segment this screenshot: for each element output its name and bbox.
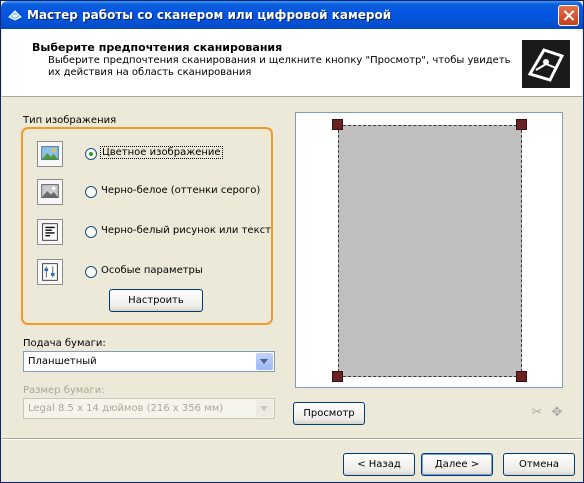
scanner-wizard-logo-icon <box>522 40 570 88</box>
paper-source-value: Планшетный <box>28 356 97 367</box>
paper-source-label: Подача бумаги: <box>23 338 106 349</box>
header-description: Выберите предпочтения сканирования и щел… <box>48 55 511 78</box>
option-bw-text-label: Черно-белый рисунок или текст <box>101 225 271 236</box>
chevron-down-icon <box>256 400 273 417</box>
paper-size-label: Размер бумаги: <box>23 385 105 396</box>
custom-settings-icon <box>37 259 63 285</box>
image-type-label: Тип изображения <box>23 115 117 126</box>
option-color-image-label: Цветное изображение <box>100 146 223 159</box>
option-bw-text[interactable]: Черно-белый рисунок или текст <box>37 219 271 245</box>
bw-text-icon <box>37 219 63 245</box>
radio-grayscale[interactable] <box>85 186 97 198</box>
option-custom-settings-label: Особые параметры <box>101 265 203 276</box>
configure-button[interactable]: Настроить <box>109 289 203 312</box>
radio-custom-settings[interactable] <box>85 266 97 278</box>
option-grayscale-label: Черно-белое (оттенки серого) <box>101 185 261 196</box>
crop-handle-bottom-left[interactable] <box>332 371 343 382</box>
back-button[interactable]: < Назад <box>343 453 415 476</box>
cancel-button[interactable]: Отмена <box>503 453 575 476</box>
radio-color-image[interactable] <box>85 148 97 160</box>
scan-preview-area[interactable] <box>295 112 563 388</box>
chevron-down-icon[interactable] <box>256 353 273 370</box>
image-type-group: Цветное изображение Черно-белое (оттенки… <box>21 127 273 325</box>
option-grayscale[interactable]: Черно-белое (оттенки серого) <box>37 179 269 205</box>
scanner-wizard-window: Мастер работы со сканером или цифровой к… <box>0 0 584 483</box>
paper-size-value: Legal 8.5 x 14 дюймов (216 x 356 мм) <box>28 403 224 414</box>
color-photo-icon <box>37 141 63 167</box>
footer-separator <box>2 438 582 440</box>
crop-to-fit-icon[interactable]: ✂ <box>529 406 545 420</box>
option-color-image[interactable]: Цветное изображение <box>37 141 269 167</box>
grayscale-photo-icon <box>37 179 63 205</box>
crop-handle-top-right[interactable] <box>516 119 527 130</box>
paper-source-select[interactable]: Планшетный <box>23 351 275 372</box>
option-custom-settings[interactable]: Особые параметры <box>37 259 269 285</box>
paper-size-select: Legal 8.5 x 14 дюймов (216 x 356 мм) <box>23 398 275 419</box>
scanner-app-icon <box>8 10 22 21</box>
preview-button[interactable]: Просмотр <box>293 402 365 425</box>
crop-handle-bottom-right[interactable] <box>516 371 527 382</box>
window-title: Мастер работы со сканером или цифровой к… <box>27 8 392 22</box>
wizard-header: Выберите предпочтения сканирования Выбер… <box>2 29 582 97</box>
next-button[interactable]: Далее > <box>421 453 493 476</box>
radio-bw-text[interactable] <box>85 226 97 238</box>
title-bar[interactable]: Мастер работы со сканером или цифровой к… <box>1 1 583 29</box>
scan-region[interactable] <box>338 125 522 377</box>
crop-handle-top-left[interactable] <box>332 119 343 130</box>
close-button[interactable] <box>558 5 579 26</box>
delete-preview-icon[interactable]: ✥ <box>549 406 565 420</box>
header-title: Выберите предпочтения сканирования <box>32 41 283 54</box>
